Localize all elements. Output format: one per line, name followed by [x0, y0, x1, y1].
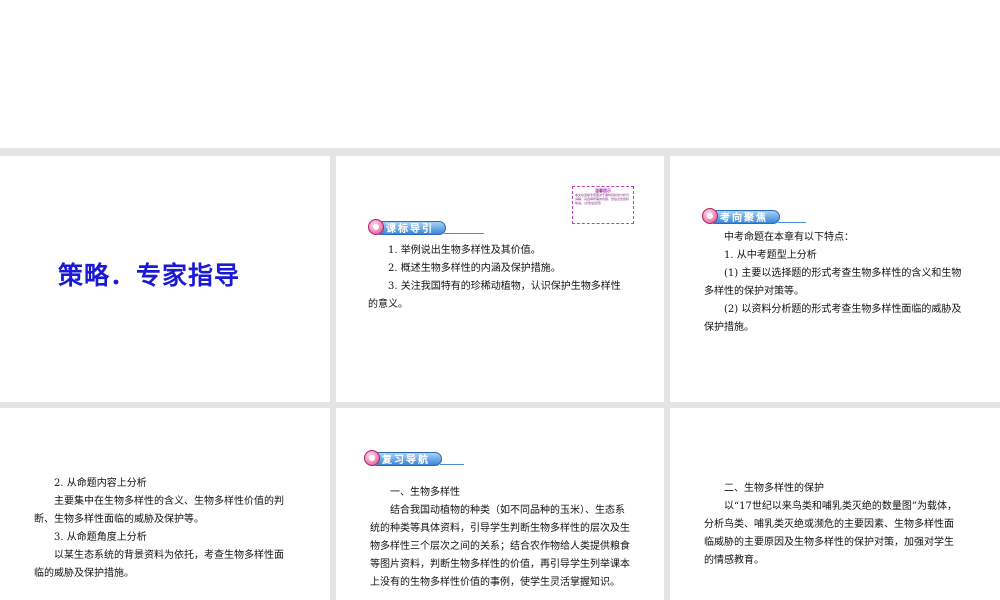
top-blank-area [0, 0, 1000, 148]
bullet-circle-icon [702, 208, 718, 224]
text-line: 临的威胁及保护措施。 [34, 568, 134, 579]
text-line: 主要集中在生物多样性的含义、生物多样性价值的判 [54, 496, 284, 507]
text-line: 保护措施。 [704, 322, 754, 333]
slide-thumbnail-2[interactable]: 温馨提示 本文总选编专家团对于课时目标的分析与讲解，请选择所需的内容，然后点击鼠… [336, 156, 664, 402]
text-line: 1. 举例说出生物多样性及其价值。 [388, 245, 541, 256]
slide-thumbnail-3[interactable]: 考向聚焦 中考命题在本章有以下特点： 1. 从中考题型上分析 (1) 主要以选择… [670, 156, 1000, 402]
text-line: 断、生物多样性面临的威胁及保护等。 [34, 514, 204, 525]
text-line: 上没有的生物多样性价值的事例，使学生灵活掌握知识。 [370, 577, 620, 588]
text-line: 2. 概述生物多样性的内涵及保护措施。 [388, 263, 561, 274]
tip-note-box: 温馨提示 本文总选编专家团对于课时目标的分析与讲解，请选择所需的内容，然后点击鼠… [572, 186, 634, 224]
slide-title: 策略．专家指导 [58, 261, 241, 290]
text-line: 2. 从命题内容上分析 [54, 478, 147, 489]
slide-thumbnail-5[interactable]: 复习导航 一、生物多样性 结合我国动植物的种类（如不同品种的玉米）、生态系 统的… [336, 408, 664, 600]
text-line: 以某生态系统的背景资料为依托，考查生物多样性面 [54, 550, 284, 561]
section-tag-curriculum: 课标导引 [368, 219, 488, 235]
text-line: 的意义。 [368, 299, 408, 310]
slide-body-text: 2. 从命题内容上分析 主要集中在生物多样性的含义、生物多样性价值的判 断、生物… [34, 475, 324, 583]
slide-thumbnail-6[interactable]: 二、生物多样性的保护 以“17世纪以来鸟类和哺乳类灭绝的数量图”为载体， 分析鸟… [670, 408, 1000, 600]
bullet-circle-icon [368, 219, 384, 235]
section-tag-exam-focus: 考向聚焦 [702, 208, 822, 224]
text-line: 二、生物多样性的保护 [724, 483, 824, 494]
text-line: 临威胁的主要原因及生物多样性的保护对策，加强对学生 [704, 537, 954, 548]
text-line: 多样性的保护对策等。 [704, 286, 804, 297]
slide-thumbnail-4[interactable]: 2. 从命题内容上分析 主要集中在生物多样性的含义、生物多样性价值的判 断、生物… [0, 408, 330, 600]
tag-underline [440, 464, 464, 465]
tag-underline [444, 233, 484, 234]
section-tag-review-guide: 复习导航 [364, 450, 484, 466]
tip-note-body: 本文总选编专家团对于课时目标的分析与讲解，请选择所需的内容，然后点击鼠标前进。(… [575, 193, 630, 205]
text-line: 一、生物多样性 [390, 487, 460, 498]
text-line: (1) 主要以选择题的形式考查生物多样性的含义和生物 [724, 268, 962, 279]
slide-body-text: 中考命题在本章有以下特点： 1. 从中考题型上分析 (1) 主要以选择题的形式考… [704, 229, 992, 337]
text-line: 的情感教育。 [704, 555, 764, 566]
tag-underline [778, 222, 806, 223]
text-line: 物多样性三个层次之间的关系；结合农作物给人类提供粮食 [370, 541, 630, 552]
text-line: (2) 以资料分析题的形式考查生物多样性面临的威胁及 [724, 304, 962, 315]
section-tag-label: 考向聚焦 [720, 213, 768, 224]
bullet-circle-icon [364, 450, 380, 466]
text-line: 等图片资料，判断生物多样性的价值，再引导学生列举课本 [370, 559, 630, 570]
text-line: 3. 从命题角度上分析 [54, 532, 147, 543]
text-line: 1. 从中考题型上分析 [724, 250, 817, 261]
section-tag-label: 复习导航 [382, 455, 430, 466]
slide-body-text: 一、生物多样性 结合我国动植物的种类（如不同品种的玉米）、生态系 统的种类等具体… [370, 484, 662, 592]
slide-body-text: 二、生物多样性的保护 以“17世纪以来鸟类和哺乳类灭绝的数量图”为载体， 分析鸟… [704, 480, 996, 570]
text-line: 结合我国动植物的种类（如不同品种的玉米）、生态系 [390, 505, 625, 516]
slide-thumbnail-1[interactable]: 策略．专家指导 [0, 156, 330, 402]
slide-body-text: 1. 举例说出生物多样性及其价值。 2. 概述生物多样性的内涵及保护措施。 3.… [368, 242, 658, 314]
text-line: 中考命题在本章有以下特点： [724, 232, 854, 243]
text-line: 统的种类等具体资料，引导学生判断生物多样性的层次及生 [370, 523, 630, 534]
text-line: 分析鸟类、哺乳类灭绝或濒危的主要因素、生物多样性面 [704, 519, 954, 530]
text-line: 3. 关注我国特有的珍稀动植物，认识保护生物多样性 [388, 281, 621, 292]
section-tag-label: 课标导引 [386, 224, 434, 235]
text-line: 以“17世纪以来鸟类和哺乳类灭绝的数量图”为载体， [724, 501, 957, 512]
